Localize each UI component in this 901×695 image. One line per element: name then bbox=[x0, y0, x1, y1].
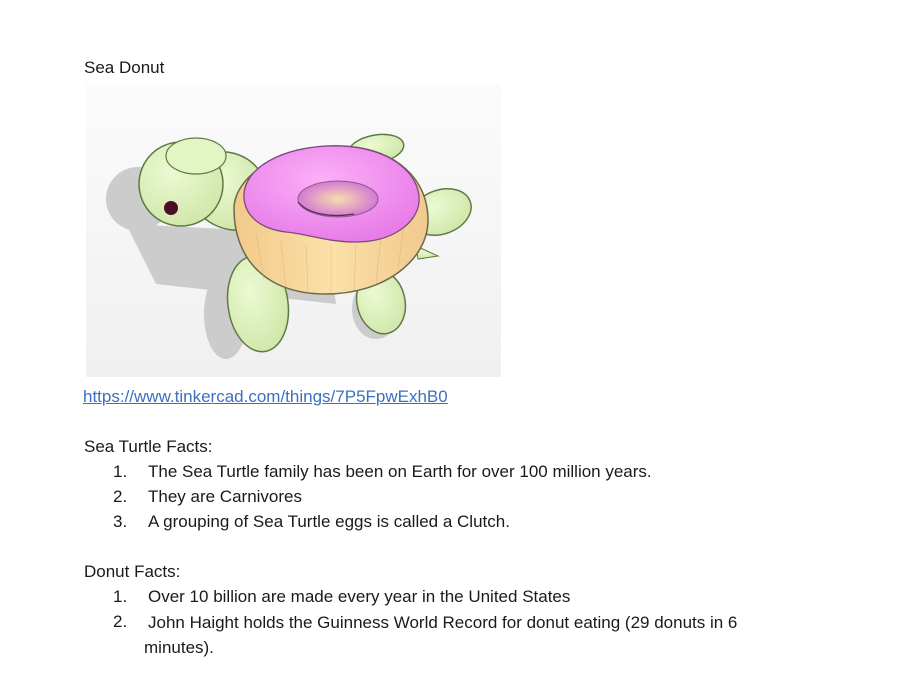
document-page: Sea Donut https://www.tinkercad.com/thin… bbox=[0, 0, 901, 695]
list-text: The Sea Turtle family has been on Earth … bbox=[148, 462, 652, 481]
list-text: John Haight holds the Guinness World Rec… bbox=[144, 613, 738, 657]
list-number: 1. bbox=[113, 587, 128, 606]
sea-donut-image bbox=[86, 84, 501, 377]
list-text: A grouping of Sea Turtle eggs is called … bbox=[148, 512, 510, 531]
document-title: Sea Donut bbox=[84, 58, 165, 77]
list-text: They are Carnivores bbox=[148, 487, 303, 506]
list-number: 3. bbox=[113, 512, 128, 531]
sea-turtle-facts-heading: Sea Turtle Facts: bbox=[84, 437, 213, 456]
list-number: 2. bbox=[113, 487, 128, 506]
donut-facts-heading: Donut Facts: bbox=[84, 562, 181, 581]
list-text: Over 10 billion are made every year in t… bbox=[148, 587, 571, 606]
list-number: 2. bbox=[113, 612, 128, 631]
tinkercad-link[interactable]: https://www.tinkercad.com/things/7P5FpwE… bbox=[83, 387, 448, 407]
list-number: 1. bbox=[113, 462, 128, 481]
